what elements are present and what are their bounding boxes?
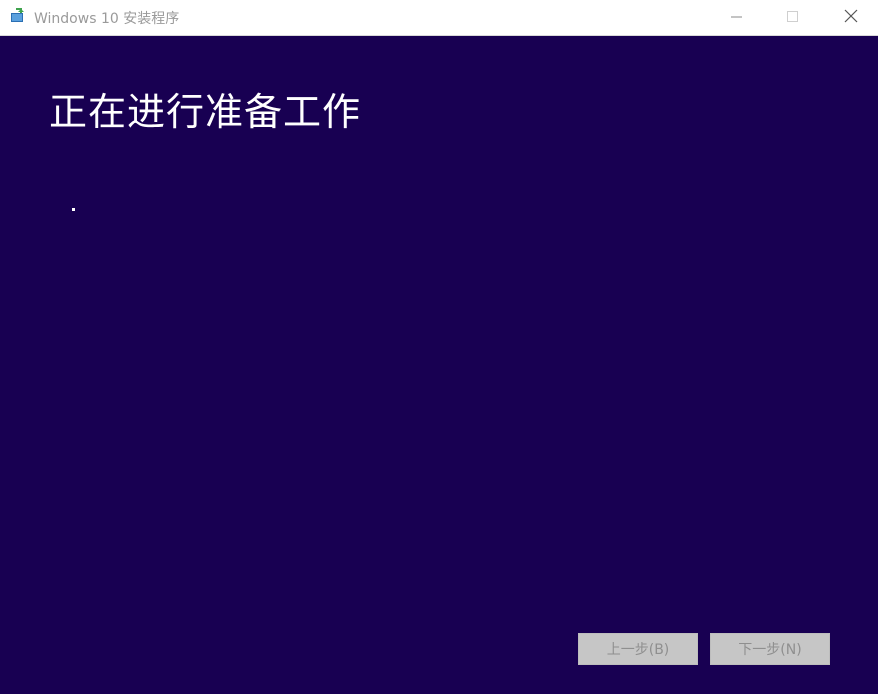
window-title: Windows 10 安装程序: [34, 11, 180, 27]
setup-content: 正在进行准备工作 上一步(B) 下一步(N): [1, 36, 877, 693]
setup-icon: [10, 7, 26, 23]
page-title: 正在进行准备工作: [49, 90, 362, 134]
title-bar[interactable]: Windows 10 安装程序: [0, 0, 878, 36]
minimize-button[interactable]: [714, 0, 760, 35]
close-button[interactable]: [828, 0, 874, 35]
progress-indicator: [72, 208, 75, 211]
minimize-icon: [731, 8, 743, 27]
next-button[interactable]: 下一步(N): [710, 633, 830, 665]
maximize-button[interactable]: [770, 0, 816, 35]
maximize-icon: [787, 8, 799, 27]
back-button[interactable]: 上一步(B): [578, 633, 698, 665]
setup-window: Windows 10 安装程序 正在进行准备工作 上一步(B) 下一步(N): [0, 0, 878, 694]
close-icon: [844, 8, 858, 27]
